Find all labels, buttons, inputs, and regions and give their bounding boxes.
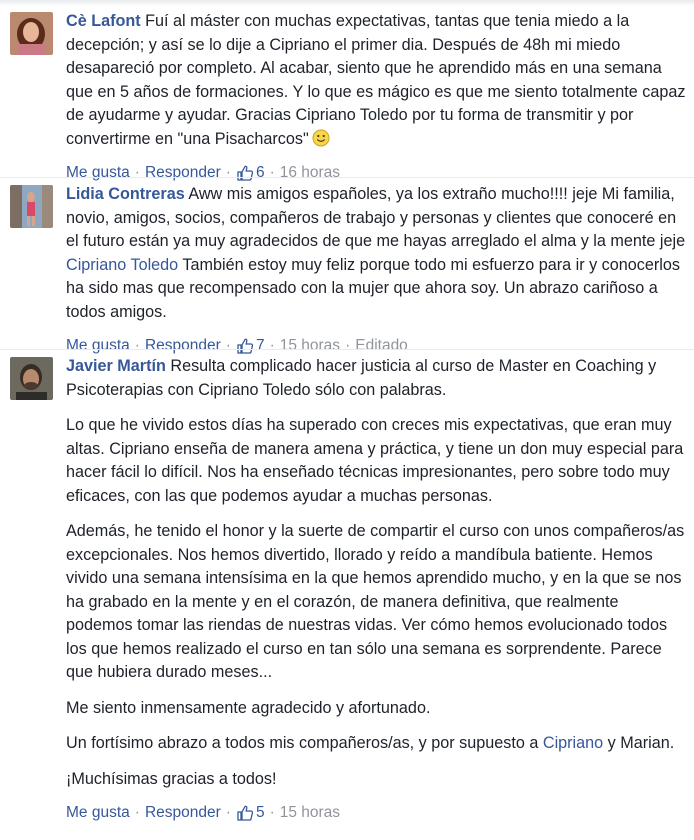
separator: · (225, 164, 231, 181)
like-link[interactable]: Me gusta (66, 803, 130, 823)
comment-actions: Me gusta · Responder · 7 · 15 horas · Ed… (66, 336, 686, 356)
thumbs-up-icon (237, 805, 254, 821)
timestamp[interactable]: 16 horas (280, 163, 340, 183)
comment-text: Lidia Contreras Aww mis amigos españoles… (66, 183, 686, 324)
like-count[interactable]: 6 (236, 163, 265, 183)
avatar[interactable] (10, 12, 53, 55)
separator: · (225, 804, 231, 821)
timestamp[interactable]: 15 horas (280, 336, 340, 356)
separator: · (134, 804, 140, 821)
comment-text: Javier Martín Resulta complicado hacer j… (66, 355, 686, 402)
separator: · (269, 164, 275, 181)
separator: · (345, 337, 351, 354)
like-count[interactable]: 5 (236, 803, 265, 823)
avatar[interactable] (10, 185, 53, 228)
separator: · (134, 337, 140, 354)
comment-content: Fuí al máster con muchas expectativas, t… (66, 12, 686, 148)
reply-link[interactable]: Responder (145, 336, 221, 356)
like-link[interactable]: Me gusta (66, 336, 130, 356)
separator: · (134, 164, 140, 181)
comment-paragraph: Lo que he vivido estos días ha superado … (66, 416, 684, 505)
separator: · (225, 337, 231, 354)
separator: · (269, 804, 275, 821)
author-name[interactable]: Javier Martín (66, 357, 166, 375)
thumbs-up-icon (237, 338, 254, 354)
comment-actions: Me gusta · Responder · 5 · 15 horas (66, 803, 686, 823)
comment-body: Lidia Contreras Aww mis amigos españoles… (66, 183, 686, 356)
like-link[interactable]: Me gusta (66, 163, 130, 183)
smiley-emoji-icon (312, 129, 330, 146)
reply-link[interactable]: Responder (145, 803, 221, 823)
like-count-value: 7 (255, 337, 265, 354)
comment-paragraph: ¡Muchísimas gracias a todos! (66, 769, 277, 788)
avatar[interactable] (10, 357, 53, 400)
thumbs-up-icon (237, 165, 254, 181)
timestamp[interactable]: 15 horas (280, 803, 340, 823)
comment-actions: Me gusta · Responder · 6 · 16 horas (66, 163, 686, 183)
like-count-value: 6 (255, 164, 265, 181)
comment-paragraph: Me siento inmensamente agradecido y afor… (66, 698, 431, 717)
divider (0, 349, 694, 350)
comment-text: Cè Lafont Fuí al máster con muchas expec… (66, 10, 686, 151)
comment-body: Cè Lafont Fuí al máster con muchas expec… (66, 10, 686, 183)
comment-content: y Marian. (603, 734, 675, 752)
author-name[interactable]: Cè Lafont (66, 12, 141, 30)
comment-paragraph: Un fortísimo abrazo a todos mis compañer… (66, 732, 686, 756)
separator: · (269, 337, 275, 354)
edited-label[interactable]: Editado (355, 336, 408, 356)
comment-body: Javier Martín Resulta complicado hacer j… (66, 355, 686, 823)
comment-paragraph: Además, he tenido el honor y la suerte d… (66, 522, 685, 681)
reply-link[interactable]: Responder (145, 163, 221, 183)
divider (0, 177, 694, 178)
like-count-value: 5 (255, 804, 265, 821)
mention-link[interactable]: Cipriano (543, 734, 603, 752)
like-count[interactable]: 7 (236, 336, 265, 356)
comment-content: Un fortísimo abrazo a todos mis compañer… (66, 734, 543, 752)
mention-link[interactable]: Cipriano Toledo (66, 256, 178, 274)
top-fade (0, 0, 694, 6)
author-name[interactable]: Lidia Contreras (66, 185, 185, 203)
